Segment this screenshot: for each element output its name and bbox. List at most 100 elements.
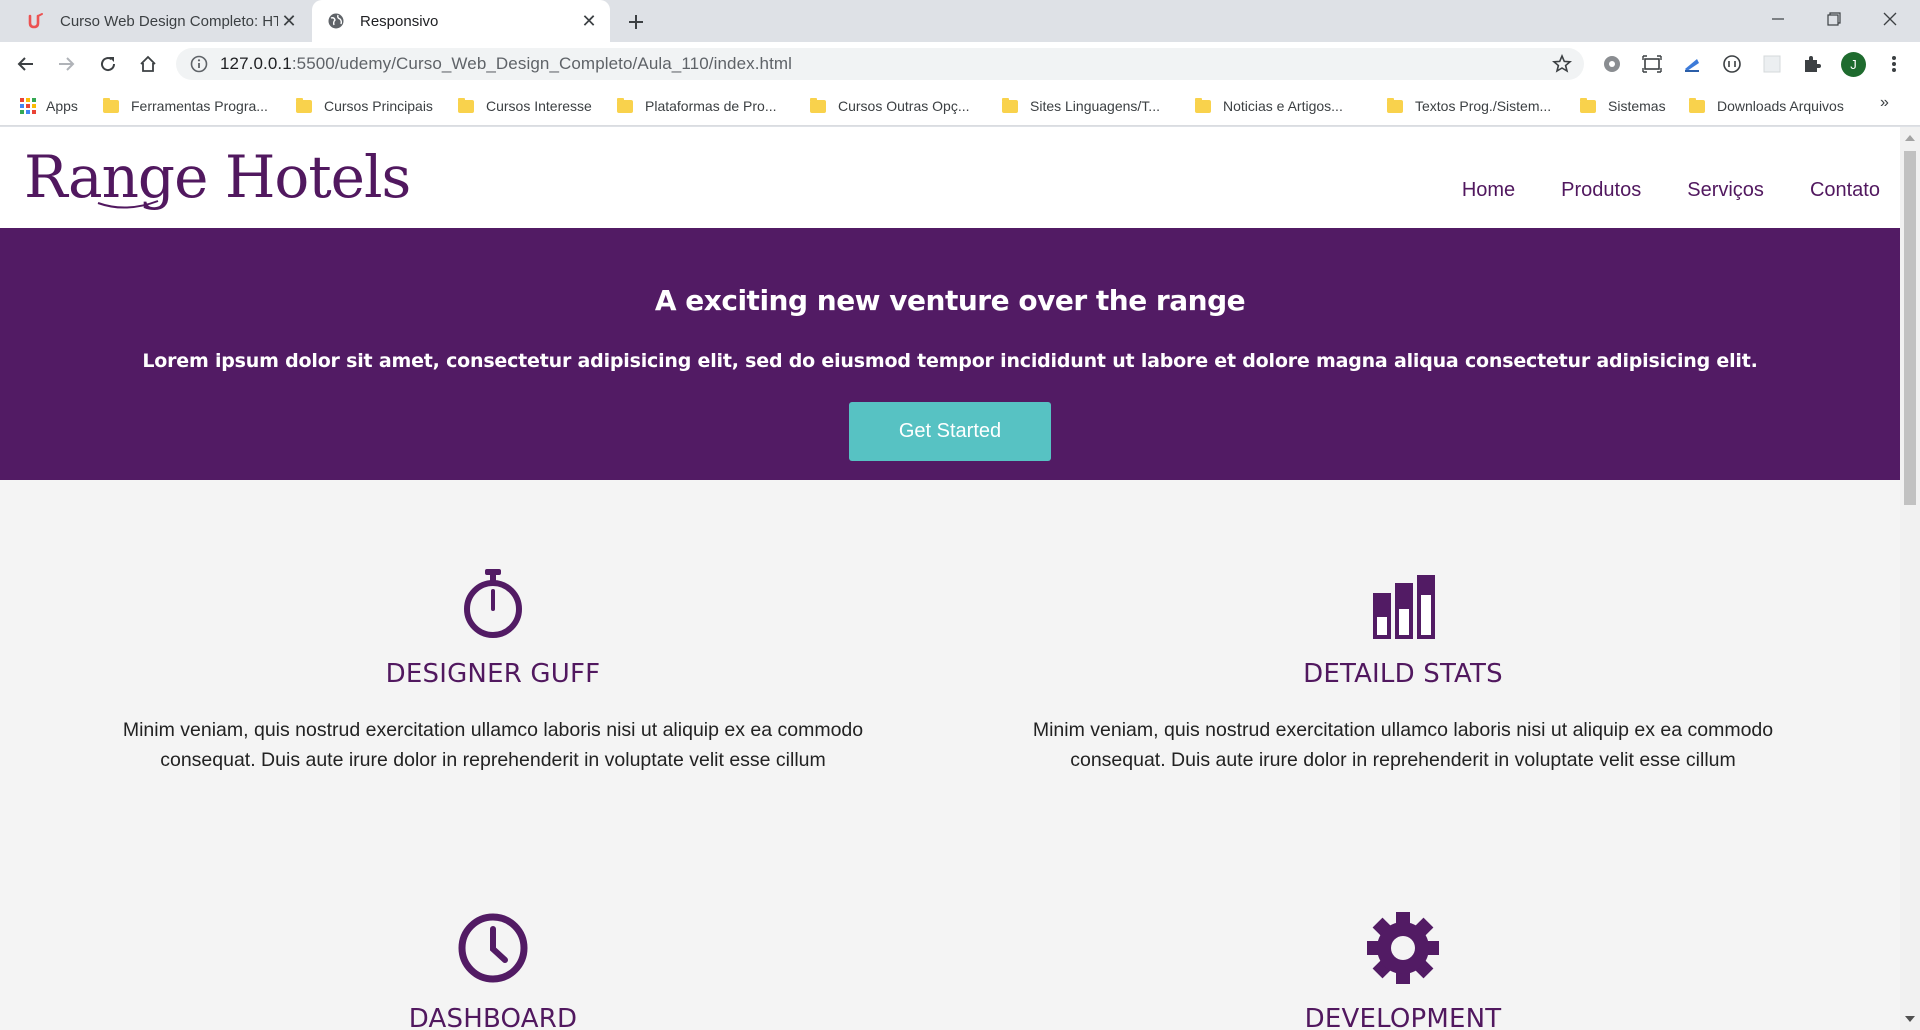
clock-icon [93, 912, 893, 984]
extension-blank-icon[interactable] [1760, 52, 1784, 76]
bookmark-label: Sites Linguagens/T... [1030, 98, 1160, 114]
logo-swoosh [97, 200, 159, 209]
folder-icon [1387, 97, 1403, 113]
arrow-right-icon [59, 57, 75, 71]
extension-blue-icon[interactable] [1680, 52, 1704, 76]
bookmarks-bar: Apps Ferramentas Progra... Cursos Princi… [0, 86, 1920, 126]
bookmark-label: Plataformas de Pro... [645, 98, 777, 114]
home-icon [140, 55, 156, 72]
udemy-icon [26, 11, 46, 31]
bookmark-label: Cursos Interesse [486, 98, 592, 114]
tab-title: Curso Web Design Completo: HT [60, 12, 278, 30]
folder-icon [810, 97, 826, 113]
bookmark-label: Ferramentas Progra... [131, 98, 268, 114]
reload-button[interactable] [94, 50, 122, 78]
feature-title: DESIGNER GUFF [385, 659, 601, 689]
close-icon[interactable]: ✕ [278, 10, 300, 32]
bookmark-label: Cursos Principais [324, 98, 433, 114]
folder-icon [1689, 97, 1705, 113]
bookmark-folder[interactable]: Textos Prog./Sistem... [1387, 94, 1551, 118]
tab-title: Responsivo [360, 12, 439, 30]
reload-icon [101, 57, 116, 72]
bookmark-folder[interactable]: Sites Linguagens/T... [1002, 94, 1160, 118]
screen-capture-icon[interactable] [1640, 52, 1664, 76]
tab-strip: Curso Web Design Completo: HT ✕ Responsi… [0, 0, 1920, 42]
bookmark-folder[interactable]: Sistemas [1580, 94, 1666, 118]
close-window-button[interactable] [1862, 0, 1918, 38]
nav-servicos[interactable]: Serviços [1687, 179, 1764, 202]
vertical-scrollbar[interactable] [1900, 127, 1920, 1030]
nav-home[interactable]: Home [1462, 179, 1515, 202]
bookmark-label: Apps [46, 98, 78, 114]
folder-icon [103, 97, 119, 113]
bookmark-label: Noticias e Artigos... [1223, 98, 1343, 114]
arrow-left-icon [17, 57, 33, 71]
feature-title: DASHBOARD [408, 1004, 578, 1030]
nav-produtos[interactable]: Produtos [1561, 179, 1641, 202]
profile-avatar[interactable]: J [1841, 52, 1866, 77]
gear-icon [1003, 912, 1803, 984]
tab-responsivo[interactable]: Responsivo ✕ [312, 0, 610, 42]
scroll-up-arrow-icon[interactable] [1905, 135, 1915, 141]
bookmark-folder[interactable]: Cursos Principais [296, 94, 433, 118]
url-path: :5500/udemy/Curso_Web_Design_Completo/Au… [291, 54, 793, 73]
scrollbar-thumb[interactable] [1904, 151, 1916, 505]
stopwatch-icon [93, 567, 893, 639]
url-host: 127.0.0.1 [220, 54, 292, 73]
feature-development: DEVELOPMENT [1003, 912, 1803, 1030]
folder-icon [617, 97, 633, 113]
tab-udemy[interactable]: Curso Web Design Completo: HT ✕ [0, 0, 310, 42]
bookmark-folder[interactable]: Downloads Arquivos [1689, 94, 1844, 118]
folder-icon [458, 97, 474, 113]
bookmarks-overflow-button[interactable]: » [1880, 94, 1889, 112]
apps-grid-icon [20, 98, 36, 114]
main-nav: Home Produtos Serviços Contato [1462, 179, 1880, 202]
get-started-button[interactable]: Get Started [849, 402, 1051, 461]
hero-title: A exciting new venture over the range [654, 284, 1246, 317]
bookmark-label: Textos Prog./Sistem... [1415, 98, 1552, 114]
nav-contato[interactable]: Contato [1810, 179, 1880, 202]
bookmark-apps[interactable]: Apps [20, 94, 78, 118]
feature-designer-guff: DESIGNER GUFF Minim veniam, quis nostrud… [93, 567, 893, 775]
close-icon[interactable]: ✕ [578, 10, 600, 32]
folder-icon [296, 97, 312, 113]
home-button[interactable] [134, 50, 162, 78]
bookmark-folder[interactable]: Cursos Outras Opç... [810, 94, 969, 118]
feature-detaild-stats: DETAILD STATS Minim veniam, quis nostrud… [1003, 567, 1803, 775]
hero-text: Lorem ipsum dolor sit amet, consectetur … [142, 350, 1758, 372]
forward-button[interactable] [52, 50, 80, 78]
bookmark-label: Downloads Arquivos [1717, 98, 1844, 114]
bookmark-folder[interactable]: Cursos Interesse [458, 94, 592, 118]
new-tab-button[interactable] [622, 8, 650, 36]
feature-text: Minim veniam, quis nostrud exercitation … [122, 719, 864, 771]
bookmark-folder[interactable]: Noticias e Artigos... [1195, 94, 1343, 118]
back-button[interactable] [12, 50, 40, 78]
feature-dashboard: DASHBOARD [93, 912, 893, 1030]
bookmark-label: Sistemas [1608, 98, 1666, 114]
bookmark-label: Cursos Outras Opç... [838, 98, 970, 114]
info-icon[interactable] [190, 55, 208, 73]
url-text: 127.0.0.1:5500/udemy/Curso_Web_Design_Co… [220, 54, 792, 74]
extension-gear-icon[interactable] [1600, 52, 1624, 76]
bookmark-folder[interactable]: Plataformas de Pro... [617, 94, 777, 118]
folder-icon [1002, 97, 1018, 113]
globe-icon [326, 11, 346, 31]
folder-icon [1195, 97, 1211, 113]
scroll-down-arrow-icon[interactable] [1905, 1016, 1915, 1022]
extensions-puzzle-icon[interactable] [1800, 52, 1824, 76]
address-bar[interactable]: 127.0.0.1:5500/udemy/Curso_Web_Design_Co… [176, 48, 1584, 80]
folder-icon [1580, 97, 1596, 113]
extension-circle-icon[interactable] [1720, 52, 1744, 76]
bar-chart-icon [1003, 567, 1803, 639]
restore-button[interactable] [1806, 0, 1862, 38]
feature-title: DETAILD STATS [1303, 659, 1503, 689]
page-viewport: Range Hotels Home Produtos Serviços Cont… [0, 127, 1900, 1030]
minimize-button[interactable] [1750, 0, 1806, 38]
feature-text: Minim veniam, quis nostrud exercitation … [1032, 719, 1774, 771]
feature-title: DEVELOPMENT [1304, 1004, 1502, 1030]
site-logo[interactable]: Range Hotels [24, 143, 411, 211]
menu-kebab-icon[interactable] [1882, 52, 1906, 76]
browser-toolbar: 127.0.0.1:5500/udemy/Curso_Web_Design_Co… [0, 42, 1920, 86]
bookmark-folder[interactable]: Ferramentas Progra... [103, 94, 268, 118]
bookmark-star-icon[interactable] [1552, 54, 1572, 74]
